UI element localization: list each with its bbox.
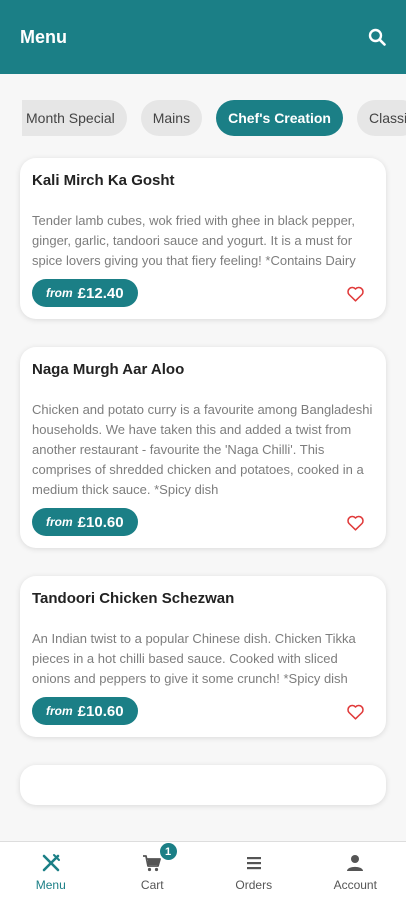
page-title: Menu bbox=[20, 26, 67, 47]
dish-name: Tandoori Chicken Schezwan bbox=[32, 590, 235, 607]
nav-cart-label: Cart bbox=[140, 878, 164, 892]
tab-month-special[interactable]: Month Special bbox=[22, 100, 127, 136]
dish-name: Naga Murgh Aar Aloo bbox=[32, 361, 185, 378]
price-value: £12.40 bbox=[77, 284, 124, 302]
tab-classics[interactable]: Classi bbox=[356, 100, 406, 136]
price-from-label: from bbox=[46, 286, 73, 300]
top-app-bar: Menu bbox=[0, 0, 406, 74]
category-tabs: Month Special Mains Chef's Creation Clas… bbox=[0, 100, 406, 138]
heart-icon[interactable] bbox=[344, 282, 366, 304]
dish-card[interactable]: Kali Mirch Ka Gosht Tender lamb cubes, w… bbox=[20, 158, 386, 319]
nav-account[interactable]: Account bbox=[305, 842, 406, 900]
price-value: £10.60 bbox=[77, 702, 124, 720]
dish-description: Chicken and potato curry is a favourite … bbox=[32, 402, 373, 497]
dish-list: Kali Mirch Ka Gosht Tender lamb cubes, w… bbox=[20, 158, 386, 833]
price-button[interactable]: from £10.60 bbox=[32, 697, 138, 725]
price-from-label: from bbox=[46, 515, 73, 529]
heart-icon[interactable] bbox=[344, 511, 366, 533]
tab-mains[interactable]: Mains bbox=[140, 100, 203, 136]
person-icon bbox=[344, 852, 366, 874]
nav-account-label: Account bbox=[333, 878, 377, 892]
heart-icon[interactable] bbox=[344, 700, 366, 722]
cart-count-badge: 1 bbox=[159, 843, 177, 860]
dish-name: Kali Mirch Ka Gosht bbox=[32, 172, 175, 189]
nav-orders-label: Orders bbox=[235, 878, 273, 892]
nav-menu[interactable]: Menu bbox=[0, 842, 102, 900]
list-icon bbox=[243, 852, 265, 874]
dish-card[interactable]: Tandoori Chicken Schezwan An Indian twis… bbox=[20, 576, 386, 737]
nav-cart[interactable]: 1 Cart bbox=[102, 842, 204, 900]
dish-description: An Indian twist to a popular Chinese dis… bbox=[32, 631, 356, 686]
nav-orders[interactable]: Orders bbox=[203, 842, 305, 900]
dish-description: Tender lamb cubes, wok fried with ghee i… bbox=[32, 213, 356, 268]
price-value: £10.60 bbox=[77, 513, 124, 531]
search-icon[interactable] bbox=[366, 26, 388, 48]
bottom-navigation: Menu 1 Cart Orders Account bbox=[0, 841, 406, 900]
nav-menu-label: Menu bbox=[35, 878, 66, 892]
dish-card[interactable]: Naga Murgh Aar Aloo Chicken and potato c… bbox=[20, 347, 386, 548]
dish-card-partial[interactable] bbox=[20, 765, 386, 805]
price-button[interactable]: from £12.40 bbox=[32, 279, 138, 307]
cutlery-icon bbox=[40, 852, 62, 874]
price-button[interactable]: from £10.60 bbox=[32, 508, 138, 536]
tab-chefs-creation[interactable]: Chef's Creation bbox=[216, 100, 343, 136]
price-from-label: from bbox=[46, 704, 73, 718]
